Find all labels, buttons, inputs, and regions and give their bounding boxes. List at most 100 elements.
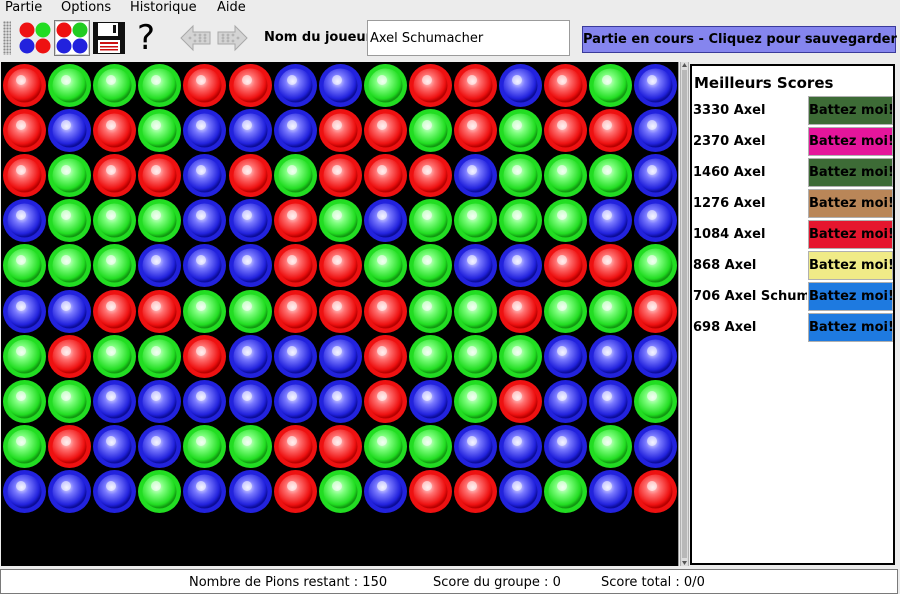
ball-red[interactable] [2, 153, 47, 198]
ball-green[interactable] [47, 198, 92, 243]
ball-blue[interactable] [318, 379, 363, 424]
ball-red[interactable] [543, 63, 588, 108]
ball-red[interactable] [228, 63, 273, 108]
ball-green[interactable] [543, 198, 588, 243]
ball-red[interactable] [2, 63, 47, 108]
ball-green[interactable] [2, 243, 47, 288]
ball-red[interactable] [633, 469, 678, 514]
ball-blue[interactable] [273, 63, 318, 108]
ball-green[interactable] [137, 63, 182, 108]
ball-green[interactable] [137, 469, 182, 514]
ball-red[interactable] [92, 289, 137, 334]
ball-green[interactable] [228, 424, 273, 469]
ball-blue[interactable] [633, 63, 678, 108]
ball-blue[interactable] [47, 469, 92, 514]
ball-green[interactable] [543, 153, 588, 198]
ball-red[interactable] [363, 153, 408, 198]
ball-blue[interactable] [633, 153, 678, 198]
beat-me-button[interactable]: Battez moi! [808, 251, 893, 280]
save-button[interactable] [91, 20, 127, 56]
undo-button[interactable] [178, 20, 214, 56]
help-button[interactable]: ? [128, 20, 164, 56]
ball-green[interactable] [47, 63, 92, 108]
ball-blue[interactable] [2, 289, 47, 334]
ball-green[interactable] [408, 334, 453, 379]
ball-blue[interactable] [633, 108, 678, 153]
ball-green[interactable] [588, 63, 633, 108]
ball-blue[interactable] [182, 243, 227, 288]
scrollbar-thumb[interactable] [682, 70, 687, 558]
ball-green[interactable] [588, 424, 633, 469]
ball-blue[interactable] [137, 424, 182, 469]
ball-red[interactable] [588, 243, 633, 288]
ball-green[interactable] [633, 379, 678, 424]
ball-blue[interactable] [228, 379, 273, 424]
ball-blue[interactable] [228, 243, 273, 288]
ball-green[interactable] [408, 289, 453, 334]
ball-blue[interactable] [588, 379, 633, 424]
ball-green[interactable] [182, 289, 227, 334]
ball-blue[interactable] [92, 379, 137, 424]
ball-green[interactable] [408, 243, 453, 288]
ball-green[interactable] [92, 63, 137, 108]
ball-blue[interactable] [588, 469, 633, 514]
ball-green[interactable] [543, 469, 588, 514]
ball-blue[interactable] [2, 198, 47, 243]
ball-red[interactable] [92, 153, 137, 198]
ball-green[interactable] [453, 334, 498, 379]
beat-me-button[interactable]: Battez moi! [808, 158, 893, 187]
ball-blue[interactable] [498, 243, 543, 288]
ball-green[interactable] [453, 379, 498, 424]
ball-blue[interactable] [92, 424, 137, 469]
ball-red[interactable] [363, 289, 408, 334]
menu-historique[interactable]: Historique [130, 0, 197, 17]
ball-blue[interactable] [633, 334, 678, 379]
ball-blue[interactable] [92, 469, 137, 514]
ball-green[interactable] [453, 289, 498, 334]
ball-blue[interactable] [363, 469, 408, 514]
ball-red[interactable] [137, 289, 182, 334]
beat-me-button[interactable]: Battez moi! [808, 220, 893, 249]
ball-red[interactable] [318, 424, 363, 469]
ball-red[interactable] [363, 334, 408, 379]
ball-red[interactable] [453, 108, 498, 153]
new-game-button[interactable] [17, 20, 53, 56]
menu-options[interactable]: Options [61, 0, 111, 17]
ball-green[interactable] [363, 424, 408, 469]
ball-red[interactable] [137, 153, 182, 198]
ball-red[interactable] [543, 108, 588, 153]
ball-blue[interactable] [182, 198, 227, 243]
ball-blue[interactable] [498, 469, 543, 514]
beat-me-button[interactable]: Battez moi! [808, 313, 893, 342]
ball-blue[interactable] [633, 198, 678, 243]
ball-green[interactable] [498, 198, 543, 243]
ball-red[interactable] [363, 379, 408, 424]
ball-blue[interactable] [47, 108, 92, 153]
beat-me-button[interactable]: Battez moi! [808, 189, 893, 218]
ball-red[interactable] [453, 469, 498, 514]
ball-blue[interactable] [498, 424, 543, 469]
ball-red[interactable] [408, 63, 453, 108]
ball-green[interactable] [47, 243, 92, 288]
ball-red[interactable] [543, 243, 588, 288]
beat-me-button[interactable]: Battez moi! [808, 96, 893, 125]
ball-blue[interactable] [182, 379, 227, 424]
game-board[interactable] [1, 62, 679, 566]
ball-green[interactable] [633, 243, 678, 288]
ball-green[interactable] [92, 334, 137, 379]
ball-blue[interactable] [453, 424, 498, 469]
ball-blue[interactable] [47, 289, 92, 334]
board-scrollbar[interactable] [680, 62, 689, 566]
redo-button[interactable] [214, 20, 250, 56]
ball-green[interactable] [228, 289, 273, 334]
ball-red[interactable] [318, 243, 363, 288]
ball-green[interactable] [47, 153, 92, 198]
ball-blue[interactable] [543, 424, 588, 469]
menu-aide[interactable]: Aide [217, 0, 246, 17]
ball-blue[interactable] [318, 63, 363, 108]
ball-red[interactable] [273, 424, 318, 469]
ball-green[interactable] [47, 379, 92, 424]
ball-red[interactable] [182, 334, 227, 379]
ball-blue[interactable] [273, 334, 318, 379]
ball-red[interactable] [182, 63, 227, 108]
